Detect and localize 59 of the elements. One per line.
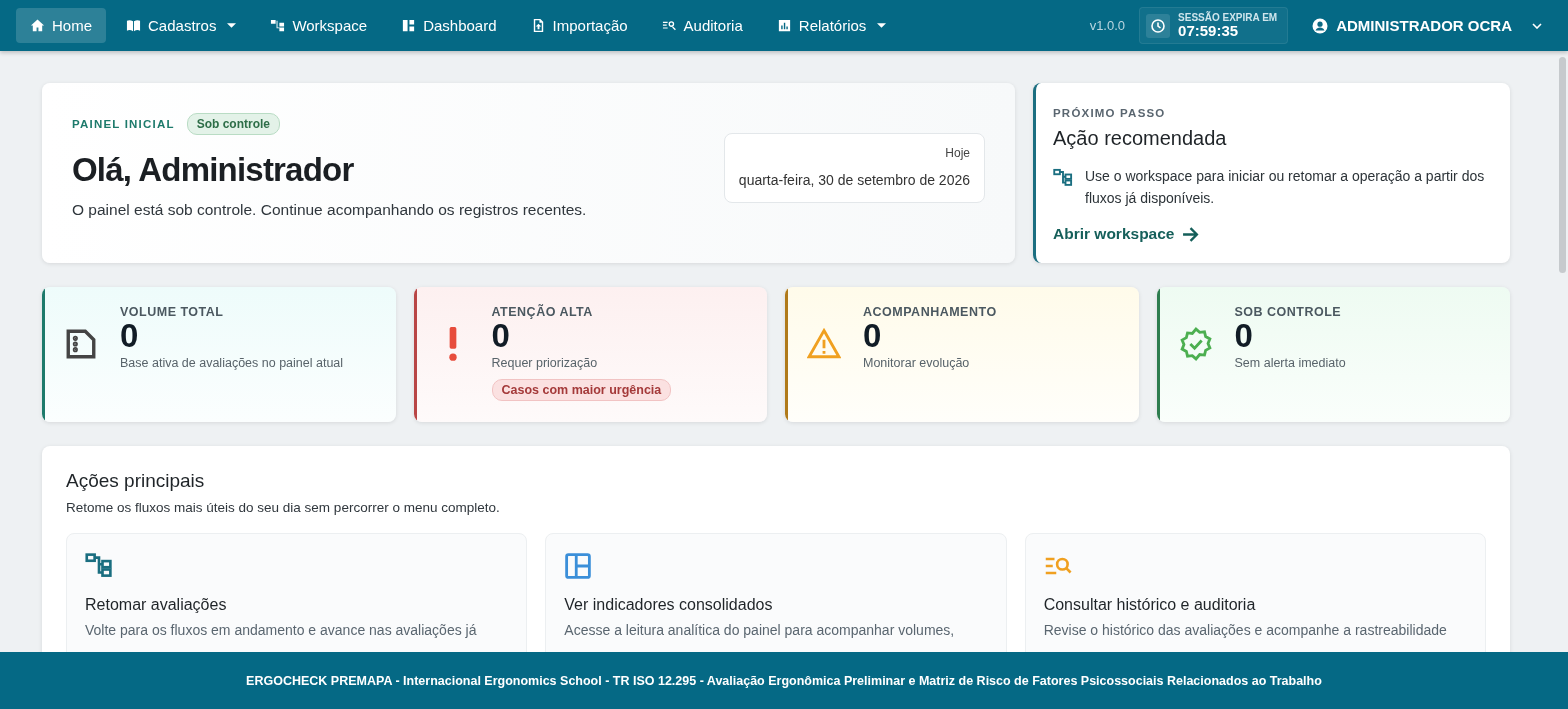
bar-chart-icon — [776, 18, 792, 33]
nav-item[interactable]: Cadastros — [112, 8, 251, 43]
panel-subtitle: Retome os fluxos mais úteis do seu dia sem percorrer o menu completo. — [66, 500, 501, 516]
nav-item[interactable]: Importação — [516, 8, 642, 43]
stat-note: Requer priorização — [491, 356, 598, 370]
layout-icon — [401, 18, 417, 33]
stat-note: Base ativa de avaliações no painel atual — [120, 356, 344, 370]
stat-label: ATENÇÃO ALTA — [491, 305, 593, 320]
date-text: quarta-feira, 30 de setembro de 2026 — [738, 172, 970, 188]
action-text: Revise o histórico das avaliações e acompanhe a rastreabilidade — [1043, 622, 1448, 639]
greeting-text: O painel está sob controle. Continue acompanhando os registros recentes. — [72, 201, 587, 219]
verified-badge-icon — [1178, 327, 1213, 362]
search-list-icon — [661, 18, 677, 33]
stat-note: Sem alerta imediato — [1234, 356, 1346, 370]
stat-label: ACOMPANHAMENTO — [863, 305, 997, 320]
chevron-down-icon — [1532, 22, 1542, 29]
hierarchy-icon — [1053, 168, 1073, 188]
user-menu[interactable]: ADMINISTRADOR OCRA — [1302, 13, 1552, 38]
action-card[interactable]: Consultar histórico e auditoria Revise o histórico das avaliações e acompanhe a rastreabilidade — [1024, 533, 1486, 652]
status-badge: Sob controle — [186, 113, 280, 135]
date-label: Hoje — [945, 146, 970, 160]
card-title: Ação recomendada — [1053, 127, 1228, 150]
arrow-right-icon — [1182, 226, 1200, 242]
stat-value: 0 — [1234, 319, 1253, 354]
open-workspace-link[interactable]: Abrir workspace — [1053, 225, 1200, 244]
nav-item[interactable]: Dashboard — [387, 8, 511, 43]
stat-label: SOB CONTROLE — [1234, 305, 1342, 320]
action-text: Volte para os fluxos em andamento e avance nas avaliações já — [85, 622, 478, 639]
action-card[interactable]: Ver indicadores consolidados Acesse a leitura analítica do painel para acompanhar volumes, — [545, 533, 1007, 652]
home-icon — [30, 18, 45, 33]
action-title: Retomar avaliações — [85, 596, 228, 615]
action-card[interactable]: Retomar avaliações Volte para os fluxos em andamento e avance nas avaliações já — [66, 533, 528, 652]
greeting-title: Olá, Administrador — [72, 151, 355, 189]
section-label: PRÓXIMO PASSO — [1053, 107, 1166, 119]
book-icon — [126, 18, 141, 33]
stat-value: 0 — [491, 319, 510, 354]
exclamation-icon — [448, 327, 457, 362]
panel-title: Ações principais — [66, 470, 206, 493]
stat-value: 0 — [120, 319, 139, 354]
nav-item[interactable]: Home — [16, 8, 106, 43]
nav-item[interactable]: Workspace — [256, 8, 382, 43]
hierarchy-icon — [270, 18, 286, 33]
session-time: 07:59:35 — [1178, 22, 1240, 40]
stat-value: 0 — [863, 319, 882, 354]
footer-text: ERGOCHECK PREMAPA - Internacional Ergonomics School - TR ISO 12.295 - Avaliação Ergonômica Preliminar e Matriz de Risco de Fatores Psicossociais Relacionados ao Trabalho — [0, 652, 1568, 709]
version-label: v1.0.0 — [1089, 18, 1126, 33]
user-avatar-icon — [1312, 17, 1329, 34]
nav-item[interactable]: Relatórios — [762, 8, 901, 43]
session-label: SESSÃO EXPIRA EM — [1178, 11, 1278, 23]
nav-item[interactable]: Auditoria — [647, 8, 757, 43]
recommendation-text: Use o workspace para iniciar ou retomar a operação a partir dos fluxos já disponíveis. — [1085, 167, 1486, 208]
action-text: Acesse a leitura analítica do painel para acompanhar volumes, — [564, 622, 956, 639]
action-title: Consultar histórico e auditoria — [1043, 596, 1257, 615]
clock-icon — [1150, 17, 1167, 34]
urgency-badge: Casos com maior urgência — [491, 379, 672, 401]
stat-note: Monitorar evolução — [863, 356, 970, 370]
section-label: PAINEL INICIAL — [72, 118, 175, 130]
action-title: Ver indicadores consolidados — [564, 596, 774, 615]
stat-label: VOLUME TOTAL — [120, 305, 224, 320]
